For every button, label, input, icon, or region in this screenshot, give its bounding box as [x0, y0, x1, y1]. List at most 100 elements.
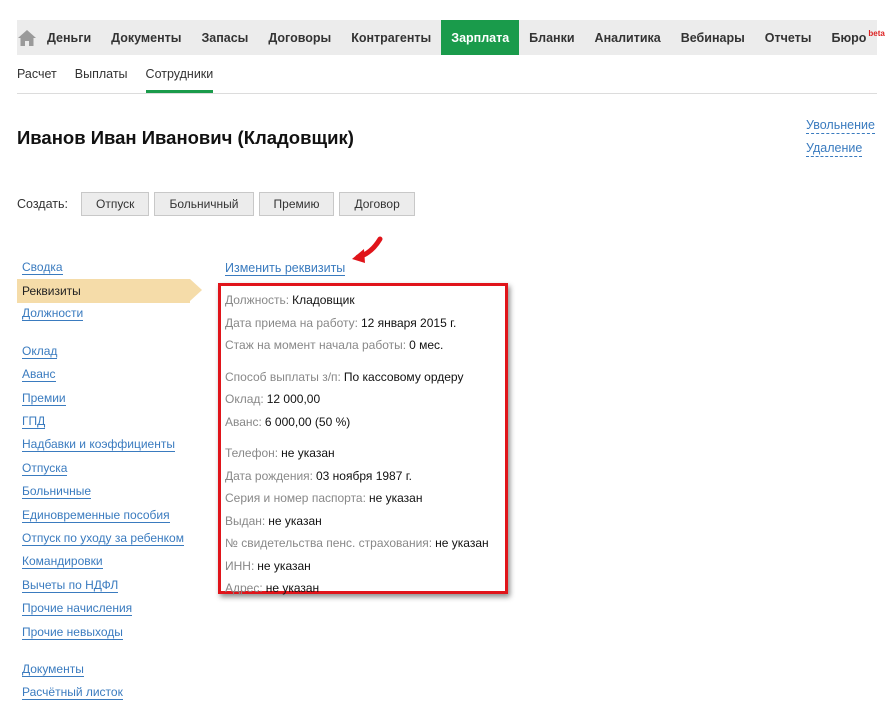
menu-item-отпуска[interactable]: Отпуска: [17, 457, 197, 480]
nav-item-документы[interactable]: Документы: [101, 20, 191, 55]
subnav-tab-выплаты[interactable]: Выплаты: [75, 55, 128, 93]
nav-item-label: Деньги: [47, 30, 92, 45]
create-toolbar: Создать: Отпуск Больничный Премию Договор: [17, 192, 420, 216]
nav-item-label: Отчеты: [764, 30, 812, 45]
nav-item-отчеты[interactable]: Отчеты: [755, 20, 822, 55]
home-button[interactable]: [17, 20, 37, 55]
nav-item-зарплата[interactable]: Зарплата: [441, 20, 520, 55]
nav-item-договоры[interactable]: Договоры: [258, 20, 341, 55]
detail-label: Дата приема на работу:: [225, 315, 358, 330]
detail-row: Способ выплаты з/п: По кассовому ордеру: [225, 366, 505, 389]
nav-item-аналитика[interactable]: Аналитика: [585, 20, 671, 55]
menu-item-label: Должности: [22, 306, 84, 322]
detail-value: не указан: [257, 558, 311, 573]
menu-item-аванс[interactable]: Аванс: [17, 364, 197, 387]
nav-item-label: Бюро: [831, 30, 867, 45]
menu-group-gap: [17, 326, 197, 340]
detail-value: 12 000,00: [266, 392, 321, 407]
nav-item-label: Аналитика: [594, 30, 661, 45]
edit-details-link[interactable]: Изменить реквизиты: [225, 261, 346, 276]
detail-label: Дата рождения:: [225, 468, 313, 483]
beta-badge: beta: [868, 29, 885, 38]
detail-row: Должность: Кладовщик: [225, 289, 505, 312]
detail-label: Аванс:: [225, 414, 262, 429]
menu-item-label: Документы: [22, 661, 84, 677]
detail-label: Должность:: [225, 293, 290, 308]
menu-item-label: Аванс: [22, 367, 56, 383]
menu-item-гпд[interactable]: ГПД: [17, 410, 197, 433]
menu-item-премии[interactable]: Премии: [17, 387, 197, 410]
menu-item-label: Расчётный листок: [22, 685, 123, 701]
menu-item-label: Надбавки и коэффициенты: [22, 437, 175, 453]
employee-section-menu: Сводка Реквизиты Должности Оклад Аванс Премии…: [17, 256, 202, 705]
subnav-tab-расчет[interactable]: Расчет: [17, 55, 57, 93]
menu-item-label: Отпуска: [22, 460, 68, 476]
home-icon: [18, 29, 36, 46]
menu-item-должности[interactable]: Должности: [17, 303, 197, 326]
create-договор-button[interactable]: Договор: [339, 192, 415, 216]
detail-value: не указан: [265, 581, 320, 596]
detail-row: Аванс: 6 000,00 (50 %): [225, 411, 505, 434]
details-group-gap: [225, 433, 505, 442]
detail-label: № свидетельства пенс. страхования:: [225, 536, 433, 551]
menu-item-надбавки-и-коэффициенты[interactable]: Надбавки и коэффициенты: [17, 434, 197, 457]
menu-item-сводка[interactable]: Сводка: [17, 256, 197, 279]
detail-value: Кладовщик: [292, 293, 355, 308]
top-navigation: Деньги Документы Запасы Договоры Контрагенты…: [17, 20, 885, 55]
nav-item-label: Договоры: [268, 30, 332, 45]
detail-row: Оклад: 12 000,00: [225, 388, 505, 411]
dismiss-link[interactable]: Увольнение: [806, 118, 875, 134]
detail-value: не указан: [268, 513, 322, 528]
employee-actions: Увольнение Удаление: [806, 118, 875, 164]
detail-label: Адрес:: [225, 581, 263, 596]
detail-row: Дата приема на работу: 12 января 2015 г.: [225, 312, 505, 335]
menu-item-label: Премии: [22, 390, 66, 406]
detail-row: Телефон: не указан: [225, 442, 505, 465]
sub-navigation: Расчет Выплаты Сотрудники: [17, 55, 877, 94]
menu-item-прочие-начисления[interactable]: Прочие начисления: [17, 597, 197, 620]
detail-label: Телефон:: [225, 446, 279, 461]
menu-item-label: Оклад: [22, 343, 58, 359]
create-премию-button[interactable]: Премию: [258, 192, 335, 216]
menu-item-label: Отпуск по уходу за ребенком: [22, 530, 184, 546]
menu-item-label: Единовременные пособия: [22, 507, 170, 523]
menu-item-оклад[interactable]: Оклад: [17, 340, 197, 363]
menu-item-вычеты-по-ндфл[interactable]: Вычеты по НДФЛ: [17, 574, 197, 597]
red-arrow-icon: [352, 236, 383, 263]
detail-label: Стаж на момент начала работы:: [225, 338, 407, 353]
nav-item-вебинары[interactable]: Вебинары: [671, 20, 755, 55]
nav-item-деньги[interactable]: Деньги: [37, 20, 101, 55]
detail-value: 0 мес.: [409, 338, 444, 353]
detail-label: Оклад:: [225, 392, 264, 407]
create-больничный-button[interactable]: Больничный: [154, 192, 254, 216]
menu-item-label: ГПД: [22, 414, 46, 430]
detail-row: ИНН: не указан: [225, 555, 505, 578]
menu-item-больничные[interactable]: Больничные: [17, 481, 197, 504]
delete-link[interactable]: Удаление: [806, 141, 863, 157]
subnav-tab-сотрудники[interactable]: Сотрудники: [145, 55, 214, 93]
menu-item-единовременные-пособия[interactable]: Единовременные пособия: [17, 504, 197, 527]
menu-item-label: Вычеты по НДФЛ: [22, 577, 119, 593]
nav-item-контрагенты[interactable]: Контрагенты: [341, 20, 441, 55]
menu-item-label: Прочие начисления: [22, 601, 133, 617]
detail-value: 12 января 2015 г.: [360, 315, 457, 330]
menu-group-gap: [17, 644, 197, 658]
menu-item-командировки[interactable]: Командировки: [17, 551, 197, 574]
menu-item-отпуск-по-уходу-за-ребенком[interactable]: Отпуск по уходу за ребенком: [17, 527, 197, 550]
nav-item-бюро[interactable]: Бюро beta: [821, 20, 894, 55]
detail-label: Способ выплаты з/п:: [225, 369, 341, 384]
nav-item-label: Бланки: [529, 30, 575, 45]
nav-item-запасы[interactable]: Запасы: [191, 20, 258, 55]
menu-item-расчётный-листок[interactable]: Расчётный листок: [17, 682, 197, 705]
create-отпуск-button[interactable]: Отпуск: [80, 192, 150, 216]
menu-item-документы[interactable]: Документы: [17, 658, 197, 681]
menu-item-прочие-невыходы[interactable]: Прочие невыходы: [17, 621, 197, 644]
menu-item-реквизиты[interactable]: Реквизиты: [17, 279, 202, 303]
employee-details-panel: Должность: Кладовщик Дата приема на работу…: [218, 283, 508, 596]
details-group-gap: [225, 357, 505, 366]
menu-item-label: Командировки: [22, 554, 103, 570]
detail-row: Серия и номер паспорта: не указан: [225, 487, 505, 510]
detail-value: не указан: [281, 446, 335, 461]
nav-item-бланки[interactable]: Бланки: [519, 20, 584, 55]
menu-item-label: Сводка: [22, 259, 63, 275]
